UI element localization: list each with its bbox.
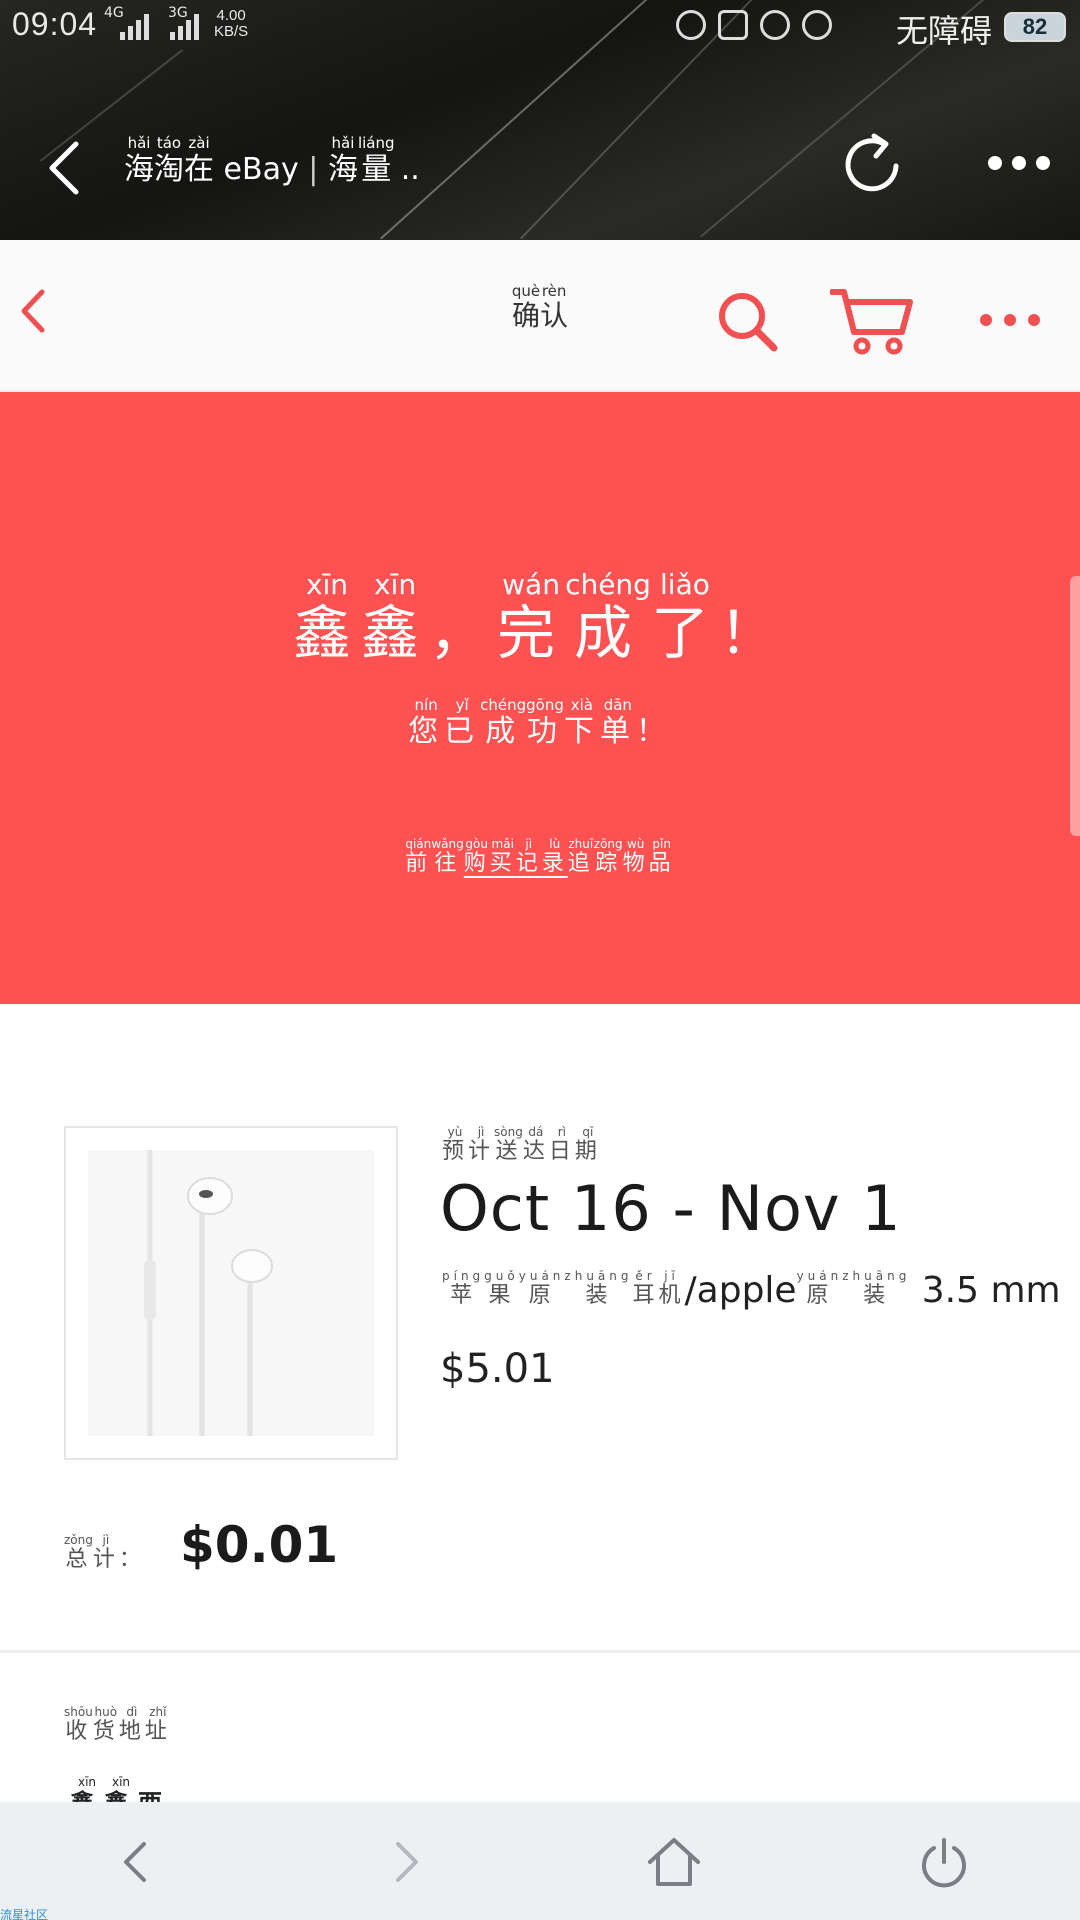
char: 淘táo [154, 134, 184, 187]
product-name[interactable]: 苹píng果guǒ原yuán装zhuāng耳ěr机jī/apple原yuán装z… [442, 1270, 1062, 1311]
power-icon[interactable] [914, 1832, 974, 1892]
char: 地dì [118, 1705, 145, 1744]
char: 总zǒng [64, 1533, 93, 1572]
char: 物wù [622, 837, 649, 876]
product-price: $5.01 [440, 1346, 555, 1392]
order-success-banner: 鑫xīn鑫xīn，完wán成chéng了liǎo！ 您nín已yǐ成chéng功… [0, 392, 1080, 1004]
char: 耳ěr [632, 1270, 659, 1308]
char: 确què [511, 282, 541, 332]
cart-icon[interactable] [830, 286, 916, 356]
watermark: 流星社区 [0, 1908, 49, 1920]
char: 装zhuāng [842, 1270, 911, 1308]
char: 预yù [442, 1125, 469, 1164]
char: 追zhuī [567, 837, 594, 876]
char: 量liáng [357, 134, 395, 187]
char: 您nín [408, 696, 445, 749]
char: 计jì [468, 1125, 495, 1164]
battery-icon: 82 [1004, 12, 1066, 42]
success-subtitle: 您nín已yǐ成chéng功gōng下xià单dān！ [0, 696, 1080, 750]
char: 海hǎi [327, 134, 358, 187]
purchase-history-link[interactable]: 购gòu买mǎi记jì录lù [463, 837, 568, 876]
char: 址zhǐ [144, 1705, 171, 1744]
char: 日rì [548, 1125, 575, 1164]
chevron-right-icon[interactable] [376, 1832, 436, 1892]
char: 下xià [563, 696, 600, 749]
char: 买mǎi [489, 837, 516, 876]
char: 达dá [522, 1125, 549, 1164]
scrollbar[interactable] [1070, 576, 1080, 836]
char: 单dān [599, 696, 636, 749]
char: 认rèn [540, 282, 569, 332]
alarm-icon [802, 10, 832, 40]
char: 完wán [497, 568, 566, 667]
char: ！ [635, 714, 672, 749]
char: 已yǐ [444, 696, 481, 749]
browser-bottom-nav [0, 1802, 1080, 1920]
char: ： [118, 1547, 145, 1572]
browser-title: 海hǎi淘táo在zài eBay | 海hǎi量liáng .. [124, 134, 420, 187]
char: 了liǎo [650, 568, 719, 667]
char: 前qián [405, 837, 432, 876]
vibrate-icon [718, 10, 748, 40]
browser-top-bar: 09:04 4G 3G 4.00 KB/S 无障碍 82 海hǎi淘táo在zà… [0, 0, 1080, 240]
search-icon[interactable] [716, 290, 780, 354]
char: 在zài [184, 134, 214, 187]
char: 购gòu [463, 837, 490, 876]
app-header: 确què认rèn [0, 240, 1080, 392]
char: 成chéng [480, 696, 527, 749]
status-time: 09:04 [12, 6, 98, 42]
char: 往wǎng [431, 837, 464, 876]
earphones-image [144, 1150, 273, 1436]
char: ， [429, 599, 498, 667]
home-icon[interactable] [644, 1832, 704, 1892]
accessibility-label: 无障碍 [895, 12, 992, 50]
char: 记jì [515, 837, 542, 876]
char: ！ [718, 599, 787, 667]
char: 鑫xīn [293, 568, 362, 667]
delivery-date-label: 预yù计jì送sòng达dá日rì期qī [442, 1125, 601, 1165]
divider [0, 1650, 1080, 1653]
char: 收shōu [64, 1705, 93, 1744]
char: 原yuán [518, 1270, 565, 1308]
shipping-address-label: 收shōu货huò地dì址zhǐ [64, 1705, 171, 1745]
success-headline: 鑫xīn鑫xīn，完wán成chéng了liǎo！ [0, 568, 1080, 670]
lock-icon [760, 10, 790, 40]
char: 货huò [92, 1705, 119, 1744]
char: 录lù [541, 837, 568, 876]
char: 踪zōng [593, 837, 623, 876]
char: 鑫xīn [361, 568, 430, 667]
more-icon[interactable] [988, 156, 1050, 170]
total-label: 总zǒng计jì： [64, 1533, 145, 1573]
more-icon[interactable] [980, 314, 1040, 326]
char: 品pǐn [648, 837, 675, 876]
char: 原yuán [796, 1270, 843, 1308]
chevron-left-icon[interactable] [44, 138, 84, 198]
char: 果guǒ [484, 1270, 519, 1308]
product-image[interactable] [64, 1126, 398, 1460]
char: 机jī [658, 1270, 685, 1308]
char: 成chéng [565, 568, 651, 667]
char: 功gōng [526, 696, 564, 749]
signal-icon [120, 12, 149, 40]
total-value: $0.01 [180, 1516, 339, 1574]
browser-bar: 海hǎi淘táo在zài eBay | 海hǎi量liáng .. [0, 120, 1080, 220]
delivery-date: Oct 16 - Nov 1 [440, 1172, 902, 1245]
chevron-left-icon[interactable] [106, 1832, 166, 1892]
signal-icon [170, 12, 199, 40]
data-saver-icon [676, 10, 706, 40]
track-order-text: 前qián往wǎng购gòu买mǎi记jì录lù追zhuī踪zōng物wù品pǐ… [0, 837, 1080, 877]
status-icons [676, 10, 832, 40]
char: 计jì [92, 1533, 119, 1572]
char: 苹píng [442, 1270, 485, 1308]
status-bar: 09:04 4G 3G 4.00 KB/S 无障碍 82 [0, 0, 1080, 54]
char: 装zhuāng [564, 1270, 633, 1308]
char: 送sòng [494, 1125, 523, 1164]
char: 期qī [574, 1125, 601, 1164]
page-title: 确què认rèn [0, 282, 1080, 334]
reload-icon[interactable] [838, 130, 908, 200]
char: 海hǎi [124, 134, 154, 187]
network-speed: 4.00 KB/S [214, 7, 249, 40]
